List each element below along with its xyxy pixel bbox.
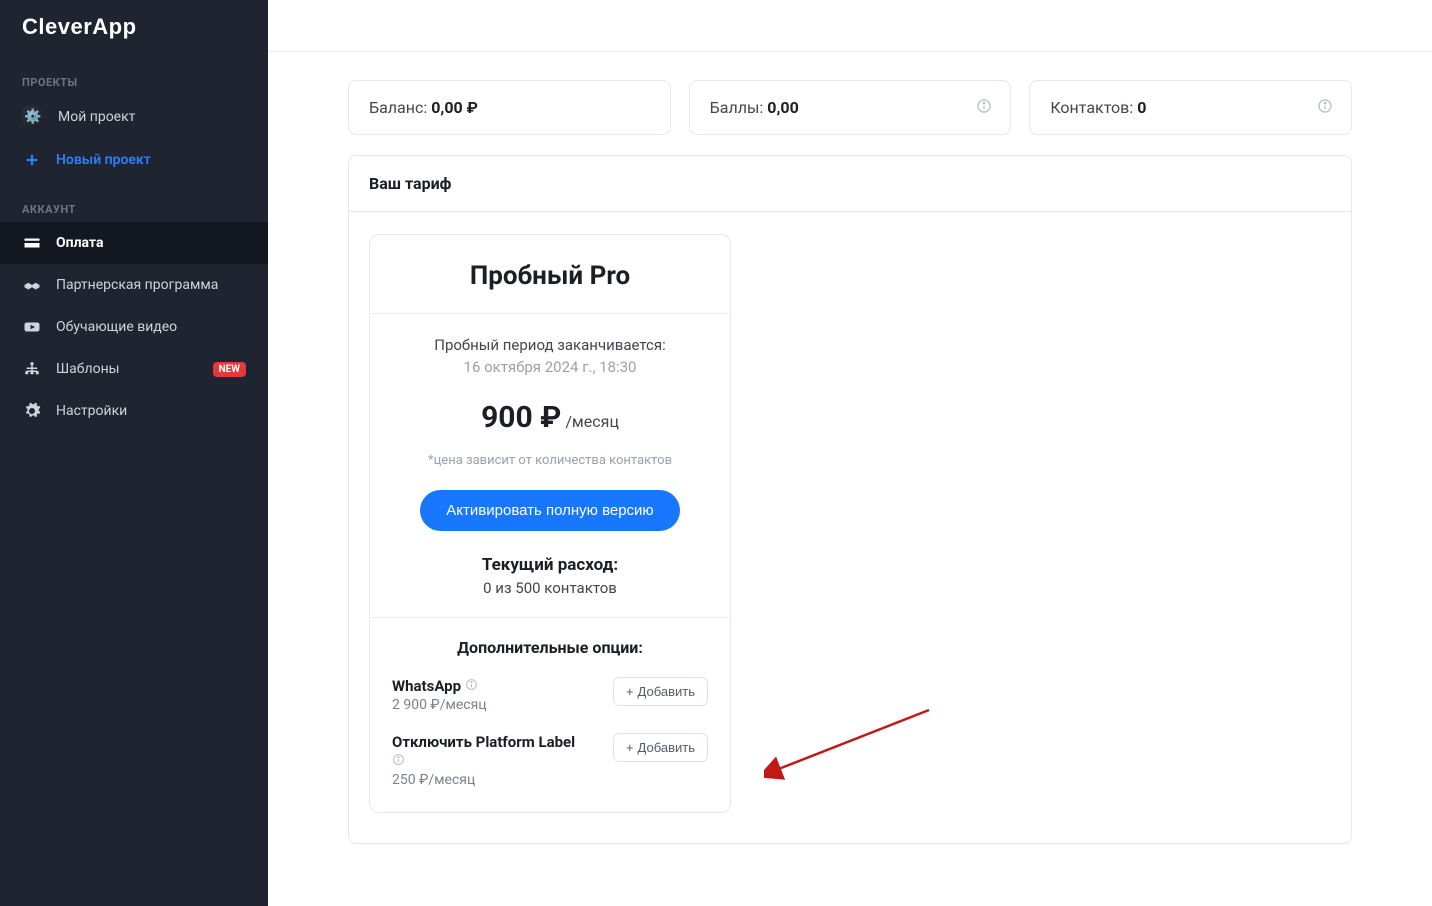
sidebar-item-label: Шаблоны (56, 361, 120, 377)
sidebar-item-label: Обучающие видео (56, 319, 177, 335)
sidebar-item-label: Мой проект (58, 109, 135, 125)
balance-card: Баланс: 0,00 ₽ (348, 80, 671, 135)
card-icon (22, 233, 42, 253)
option-name-text: Отключить Platform Label (392, 733, 575, 751)
options-title: Дополнительные опции: (392, 638, 708, 657)
project-icon: ⚙️ (22, 106, 44, 128)
price-note: *цена зависит от количества контактов (390, 453, 710, 468)
price-line: 900 ₽ /месяц (390, 400, 710, 435)
sidebar-item-payment[interactable]: Оплата (0, 222, 268, 264)
options-wrap: Дополнительные опции: WhatsApp 2 900 ₽/м… (370, 618, 730, 812)
option-price: 250 ₽/месяц (392, 772, 575, 788)
balance-value: 0,00 ₽ (431, 98, 478, 117)
plus-icon (22, 150, 42, 170)
info-icon[interactable] (1317, 98, 1333, 118)
tariff-body: Пробный Pro Пробный период заканчивается… (349, 212, 1351, 843)
option-btn-label: Добавить (638, 740, 695, 755)
tariff-panel: Ваш тариф Пробный Pro Пробный период зак… (348, 155, 1352, 844)
option-name-text: WhatsApp (392, 677, 461, 695)
option-row-platform-label: Отключить Platform Label 250 ₽/месяц + Д… (392, 733, 708, 788)
add-option-button[interactable]: + Добавить (613, 677, 708, 706)
trial-date: 16 октября 2024 г., 18:30 (390, 358, 710, 376)
main-area: Баланс: 0,00 ₽ Баллы: 0,00 Контактов: 0 … (268, 0, 1432, 906)
points-card: Баллы: 0,00 (689, 80, 1012, 135)
sidebar-item-label: Партнерская программа (56, 277, 218, 293)
balance-label: Баланс: (369, 98, 427, 117)
plus-icon: + (626, 684, 634, 699)
plus-icon: + (626, 740, 634, 755)
option-name: WhatsApp (392, 677, 487, 695)
stats-row: Баланс: 0,00 ₽ Баллы: 0,00 Контактов: 0 (348, 80, 1352, 135)
add-option-button[interactable]: + Добавить (613, 733, 708, 762)
option-btn-label: Добавить (638, 684, 695, 699)
usage-label: Текущий расход: (390, 555, 710, 575)
info-icon[interactable] (976, 98, 992, 118)
topbar (268, 0, 1432, 52)
info-icon[interactable] (392, 753, 575, 770)
tariff-header: Ваш тариф (349, 156, 1351, 212)
sidebar-item-partner[interactable]: Партнерская программа (0, 264, 268, 306)
sidebar-item-my-project[interactable]: ⚙️ Мой проект (0, 95, 268, 139)
trial-text: Пробный период заканчивается: (390, 336, 710, 354)
sitemap-icon (22, 359, 42, 379)
usage-value: 0 из 500 контактов (390, 579, 710, 597)
new-badge: NEW (213, 362, 246, 377)
price-per: /месяц (565, 412, 619, 431)
plan-card: Пробный Pro Пробный период заканчивается… (369, 234, 731, 813)
option-name: Отключить Platform Label (392, 733, 575, 751)
sidebar-item-label: Оплата (56, 235, 103, 251)
sidebar-item-label: Новый проект (56, 152, 151, 168)
section-account-label: АККАУНТ (0, 181, 268, 222)
app-logo: CleverApp (0, 0, 268, 54)
sidebar: CleverApp ПРОЕКТЫ ⚙️ Мой проект Новый пр… (0, 0, 268, 906)
points-label: Баллы: (710, 98, 764, 117)
sidebar-item-label: Настройки (56, 403, 127, 419)
plan-core: Пробный период заканчивается: 16 октября… (370, 314, 730, 618)
youtube-icon (22, 317, 42, 337)
sidebar-item-new-project[interactable]: Новый проект (0, 139, 268, 181)
content: Баланс: 0,00 ₽ Баллы: 0,00 Контактов: 0 … (268, 52, 1432, 906)
option-price: 2 900 ₽/месяц (392, 697, 487, 713)
info-icon[interactable] (465, 678, 478, 695)
points-value: 0,00 (767, 98, 798, 117)
price-value: 900 ₽ (481, 400, 561, 435)
contacts-value: 0 (1137, 98, 1146, 117)
gear-icon (22, 401, 42, 421)
sidebar-item-templates[interactable]: Шаблоны NEW (0, 348, 268, 390)
contacts-card: Контактов: 0 (1029, 80, 1352, 135)
contacts-label: Контактов: (1050, 98, 1133, 117)
sidebar-item-videos[interactable]: Обучающие видео (0, 306, 268, 348)
section-projects-label: ПРОЕКТЫ (0, 54, 268, 95)
plan-name: Пробный Pro (370, 235, 730, 314)
option-row-whatsapp: WhatsApp 2 900 ₽/месяц + Добавить (392, 677, 708, 713)
activate-button[interactable]: Активировать полную версию (420, 490, 679, 531)
handshake-icon (22, 275, 42, 295)
sidebar-item-settings[interactable]: Настройки (0, 390, 268, 432)
